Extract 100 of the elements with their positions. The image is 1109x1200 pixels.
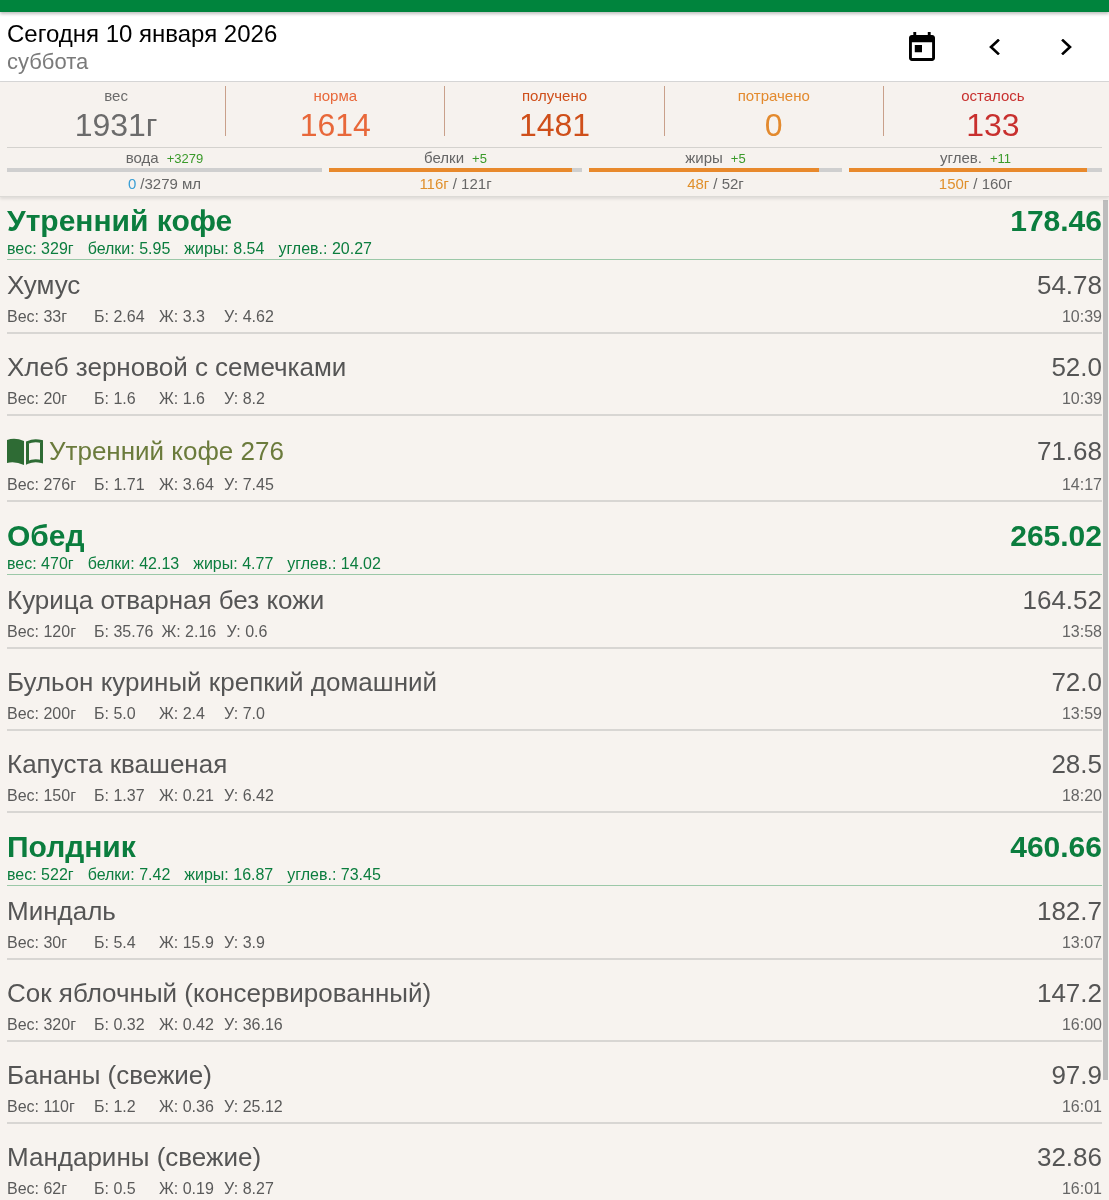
entry-time: 16:01 bbox=[1061, 1097, 1102, 1117]
macro-label: белки bbox=[424, 148, 465, 168]
nutrient-stat: Вес: 30г bbox=[7, 933, 69, 953]
nutrient-stat: Вес: 110г bbox=[7, 1097, 76, 1117]
nutrient-stat: Вес: 33г bbox=[7, 307, 69, 327]
meal-calories: 460.66 bbox=[1010, 829, 1102, 865]
entry-time: 16:01 bbox=[1061, 1179, 1102, 1199]
meal-nutrient-total: углев.: 20.27 bbox=[278, 239, 372, 259]
meal-calories: 178.46 bbox=[1010, 203, 1102, 239]
stat-value: 0 bbox=[764, 107, 783, 143]
food-calories: 147.2 bbox=[1036, 978, 1102, 1008]
date-title: Сегодня 10 января 2026 bbox=[7, 19, 278, 49]
meal-title: Полдник bbox=[7, 829, 136, 865]
meal-nutrient-total: белки: 7.42 bbox=[87, 865, 171, 885]
food-name: Сок яблочный (консервированный) bbox=[7, 978, 432, 1008]
meal-nutrient-total: вес: 329г bbox=[7, 239, 74, 259]
nutrient-stat: Б: 35.76 bbox=[94, 622, 155, 642]
nutrient-stat: Б: 5.0 bbox=[94, 704, 137, 724]
meal-title: Обед bbox=[7, 518, 85, 554]
stat-value: 133 bbox=[966, 107, 1020, 143]
open-book-icon bbox=[7, 437, 43, 465]
macro-delta: +3279 bbox=[166, 150, 204, 168]
macro-delta: +5 bbox=[472, 150, 487, 168]
food-calories: 32.86 bbox=[1036, 1142, 1102, 1172]
food-name: Хлеб зерновой с семечками bbox=[7, 352, 347, 382]
stat-value: 1931г bbox=[74, 107, 158, 143]
entry-time: 10:39 bbox=[1061, 307, 1102, 327]
food-calories: 97.9 bbox=[1051, 1060, 1102, 1090]
nutrient-stat: Б: 0.5 bbox=[94, 1179, 137, 1199]
nutrient-stat: Ж: 15.9 bbox=[159, 933, 215, 953]
stat-label: потрачено bbox=[737, 87, 810, 105]
nutrient-stat: У: 7.45 bbox=[224, 475, 275, 495]
food-name: Капуста квашеная bbox=[7, 749, 228, 779]
food-name: Бананы (свежие) bbox=[7, 1060, 212, 1090]
macro-delta: +11 bbox=[989, 150, 1011, 168]
meal-nutrient-total: жиры: 4.77 bbox=[193, 554, 274, 574]
weekday-text: суббота bbox=[7, 49, 90, 75]
nutrient-stat: Ж: 2.16 bbox=[161, 622, 218, 642]
nutrient-stat: У: 7.0 bbox=[224, 704, 266, 724]
food-calories: 54.78 bbox=[1036, 270, 1102, 300]
calendar-icon bbox=[909, 32, 935, 61]
nutrient-stat: Ж: 0.36 bbox=[159, 1097, 215, 1117]
stat-value: 1481 bbox=[518, 107, 591, 143]
entry-time: 14:17 bbox=[1061, 475, 1102, 495]
nutrient-stat: Вес: 150г bbox=[7, 786, 77, 806]
nutrient-stat: Ж: 0.19 bbox=[159, 1179, 215, 1199]
calendar-button[interactable] bbox=[909, 32, 935, 61]
chevron-right-icon bbox=[1061, 38, 1073, 55]
meal-nutrient-total: углев.: 14.02 bbox=[287, 554, 381, 574]
nutrient-stat: У: 3.9 bbox=[224, 933, 266, 953]
meal-nutrient-total: жиры: 8.54 bbox=[184, 239, 265, 259]
meal-nutrient-total: жиры: 16.87 bbox=[184, 865, 274, 885]
nutrient-stat: Б: 1.6 bbox=[94, 389, 137, 409]
stat-label: норма bbox=[313, 87, 358, 105]
nutrient-stat: Ж: 3.64 bbox=[159, 475, 215, 495]
nutrient-stat: Ж: 0.42 bbox=[159, 1015, 215, 1035]
food-calories: 71.68 bbox=[1036, 436, 1102, 466]
stat-label: осталось bbox=[961, 87, 1025, 105]
meal-nutrient-total: углев.: 73.45 bbox=[287, 865, 381, 885]
food-calories: 164.52 bbox=[1022, 585, 1102, 615]
food-calories: 182.7 bbox=[1036, 896, 1102, 926]
nutrient-stat: У: 0.6 bbox=[226, 622, 269, 642]
macro-eaten: 116г bbox=[419, 174, 449, 194]
stat-label: вес bbox=[104, 87, 128, 105]
food-name: Миндаль bbox=[7, 896, 116, 926]
meal-nutrient-total: белки: 42.13 bbox=[87, 554, 180, 574]
nutrient-stat: Вес: 20г bbox=[7, 389, 69, 409]
meal-nutrient-total: вес: 470г bbox=[7, 554, 74, 574]
nutrient-stat: Б: 1.37 bbox=[94, 786, 146, 806]
entry-time: 13:59 bbox=[1061, 704, 1102, 724]
food-calories: 72.0 bbox=[1051, 667, 1102, 697]
stat-label: получено bbox=[521, 87, 588, 105]
previous-day-button[interactable] bbox=[988, 38, 1000, 55]
nutrient-stat: Б: 2.64 bbox=[94, 307, 146, 327]
stat-value: 1614 bbox=[299, 107, 371, 143]
macro-delta: +5 bbox=[730, 150, 746, 168]
nutrient-stat: Б: 1.71 bbox=[94, 475, 146, 495]
entry-time: 18:20 bbox=[1061, 786, 1102, 806]
food-calories: 52.0 bbox=[1051, 352, 1102, 382]
macro-total: / 121г bbox=[452, 174, 492, 194]
food-calories: 28.5 bbox=[1051, 749, 1102, 779]
nutrient-stat: Ж: 3.3 bbox=[159, 307, 206, 327]
nutrient-stat: У: 6.42 bbox=[224, 786, 275, 806]
nutrient-stat: У: 8.2 bbox=[224, 389, 266, 409]
macro-eaten: 150г bbox=[938, 174, 970, 194]
entry-time: 13:07 bbox=[1061, 933, 1102, 953]
nutrient-stat: У: 36.16 bbox=[224, 1015, 284, 1035]
nutrient-stat: Вес: 320г bbox=[7, 1015, 77, 1035]
nutrient-stat: Ж: 1.6 bbox=[159, 389, 206, 409]
macro-total: / 160г bbox=[973, 174, 1013, 194]
food-name: Курица отварная без кожи bbox=[7, 585, 325, 615]
next-day-button[interactable] bbox=[1061, 38, 1073, 55]
nutrient-stat: У: 25.12 bbox=[224, 1097, 284, 1117]
entry-time: 16:00 bbox=[1061, 1015, 1102, 1035]
macro-eaten: 48г bbox=[687, 174, 710, 194]
macro-total: / 52г bbox=[713, 174, 744, 194]
meal-nutrient-total: белки: 5.95 bbox=[87, 239, 171, 259]
food-name: Бульон куриный крепкий домашний bbox=[7, 667, 438, 697]
nutrient-stat: Ж: 0.21 bbox=[159, 786, 215, 806]
nutrient-stat: Вес: 120г bbox=[7, 622, 77, 642]
